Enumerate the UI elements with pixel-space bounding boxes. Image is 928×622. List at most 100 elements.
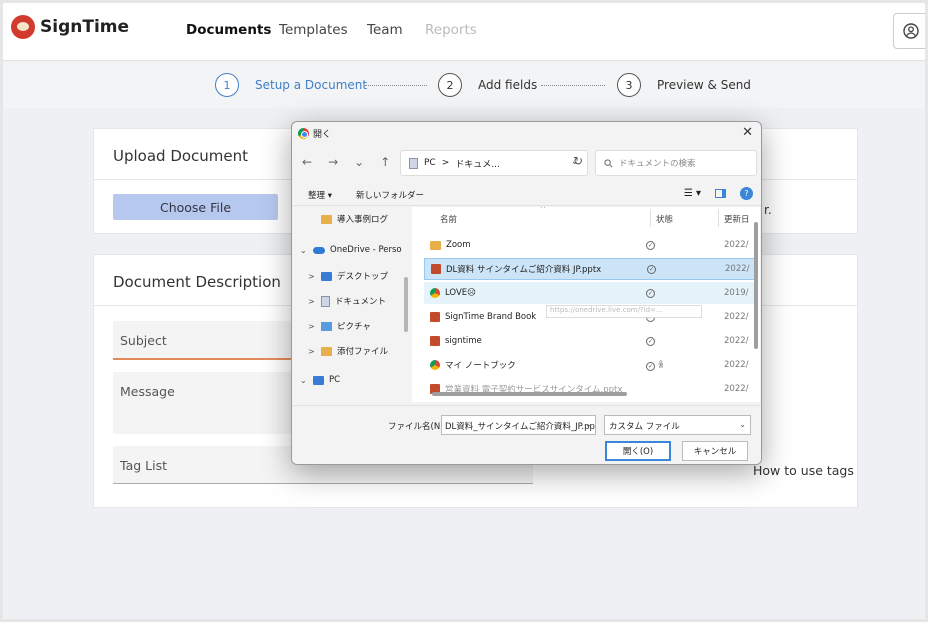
- file-list-hscrollbar[interactable]: [432, 392, 627, 396]
- breadcrumb-documents[interactable]: ドキュメ...: [455, 157, 500, 170]
- address-bar[interactable]: PC > ドキュメ... ⌄: [400, 150, 588, 176]
- view-options-icon[interactable]: ☰ ▾: [684, 188, 701, 199]
- nav-team[interactable]: Team: [367, 22, 403, 38]
- tree-label: PC: [329, 375, 341, 385]
- column-divider[interactable]: [718, 209, 719, 227]
- column-header-name[interactable]: 名前: [440, 213, 457, 225]
- forward-arrow-icon[interactable]: →: [328, 155, 338, 169]
- file-date: 2022/: [725, 264, 750, 274]
- nav-reports: Reports: [425, 22, 477, 38]
- chevron-down-icon[interactable]: ⌄: [585, 420, 592, 429]
- filename-label: ファイル名(N):: [388, 422, 447, 432]
- cancel-button[interactable]: キャンセル: [682, 441, 748, 461]
- chevron-right-icon[interactable]: >: [308, 272, 316, 281]
- path-tooltip: https://onedrive.live.com/?id=...: [546, 305, 702, 318]
- file-date: 2019/: [724, 288, 749, 298]
- synced-check-icon: ✓: [646, 241, 655, 250]
- pc-monitor-icon: [313, 375, 324, 385]
- tree-item-attachments[interactable]: > 添付ファイル: [308, 345, 388, 357]
- chevron-down-icon[interactable]: ⌄: [300, 246, 308, 255]
- new-folder-button[interactable]: 新しいフォルダー: [356, 189, 424, 201]
- tree-item-pc[interactable]: ⌄ PC: [300, 375, 340, 385]
- tree-label: 導入事例ログ: [337, 215, 389, 225]
- tree-item-onedrive[interactable]: ⌄ OneDrive - Perso: [300, 245, 402, 255]
- top-nav: SignTime Documents Templates Team Report…: [3, 3, 925, 61]
- filetype-select[interactable]: カスタム ファイル ⌄: [604, 415, 751, 435]
- how-to-use-tags-link[interactable]: How to use tags: [753, 463, 854, 478]
- file-date: 2022/: [724, 336, 749, 346]
- subject-placeholder: Subject: [120, 333, 167, 348]
- column-header-date[interactable]: 更新日: [724, 213, 750, 225]
- step-number: 2: [438, 73, 462, 97]
- chevron-right-icon[interactable]: >: [308, 347, 316, 356]
- column-header-status[interactable]: 状態: [656, 213, 673, 225]
- step-setup[interactable]: 1 Setup a Document: [215, 73, 367, 97]
- file-row[interactable]: マイ ノートブック ✓ ꆜ 2022/: [424, 354, 758, 376]
- step-preview-send[interactable]: 3 Preview & Send: [617, 73, 751, 97]
- file-row[interactable]: 営業資料 電子契約サービスサインタイム.pptx 2022/: [424, 378, 758, 400]
- tags-placeholder: Tag List: [120, 458, 167, 473]
- breadcrumb-pc[interactable]: PC: [424, 158, 436, 168]
- tree-label: デスクトップ: [337, 272, 389, 282]
- choose-file-button[interactable]: Choose File: [113, 194, 278, 220]
- recent-chevron-icon[interactable]: ⌄: [354, 155, 364, 169]
- tree-label: 添付ファイル: [337, 347, 389, 357]
- pptx-file-icon: [431, 264, 441, 274]
- dialog-footer: ファイル名(N): DL資料_サインタイムご紹介資料_JP.pptx ⌄ カスタ…: [292, 405, 761, 464]
- file-row[interactable]: signtime ✓ 2022/: [424, 330, 758, 352]
- nav-templates[interactable]: Templates: [279, 22, 348, 38]
- tree-item-case-studies[interactable]: 導入事例ログ: [308, 213, 388, 225]
- search-icon: [604, 158, 613, 167]
- file-date: 2022/: [724, 240, 749, 250]
- up-arrow-icon[interactable]: ↑: [380, 155, 390, 169]
- chevron-down-icon[interactable]: ⌄: [300, 376, 308, 385]
- column-divider[interactable]: [650, 209, 651, 227]
- description-title: Document Description: [113, 273, 281, 291]
- file-list-scrollbar[interactable]: [754, 222, 758, 349]
- organize-button[interactable]: 整理 ▾: [308, 189, 332, 201]
- file-row[interactable]: LOVE☹ ✓ 2019/: [424, 282, 758, 304]
- tree-item-documents[interactable]: > ドキュメント: [308, 295, 386, 307]
- nav-pane-scrollbar[interactable]: [404, 277, 408, 332]
- navigation-pane: 導入事例ログ ⌄ OneDrive - Perso > デスクトップ > ドキュ…: [292, 207, 404, 402]
- search-placeholder: ドキュメントの検索: [619, 159, 696, 169]
- picture-icon: [321, 321, 332, 331]
- refresh-icon[interactable]: ↻: [573, 154, 583, 168]
- tree-item-pictures[interactable]: > ピクチャ: [308, 320, 371, 332]
- chrome-icon: [298, 128, 309, 139]
- step-add-fields[interactable]: 2 Add fields: [438, 73, 537, 97]
- folder-icon: [321, 214, 332, 224]
- step-progress: 1 Setup a Document 2 Add fields 3 Previe…: [3, 62, 925, 108]
- help-icon[interactable]: ?: [740, 187, 753, 200]
- document-icon: [321, 295, 330, 307]
- open-button[interactable]: 開く(O): [605, 441, 671, 461]
- synced-check-icon: ✓: [646, 289, 655, 298]
- close-icon[interactable]: ✕: [742, 125, 753, 140]
- tree-item-desktop[interactable]: > デスクトップ: [308, 270, 388, 282]
- app-frame: SignTime Documents Templates Team Report…: [3, 3, 925, 619]
- file-name: signtime: [445, 336, 482, 346]
- nav-documents[interactable]: Documents: [186, 22, 271, 38]
- preview-pane-icon[interactable]: [715, 189, 726, 198]
- step-label: Setup a Document: [255, 78, 368, 92]
- tree-label: ピクチャ: [337, 322, 371, 332]
- user-menu-button[interactable]: [893, 13, 925, 49]
- brand-logo[interactable]: SignTime: [11, 15, 129, 39]
- file-name: LOVE☹: [445, 288, 477, 298]
- chevron-right-icon[interactable]: >: [308, 297, 316, 306]
- dialog-titlebar: 開く: [298, 127, 331, 140]
- step-connector: [365, 85, 427, 86]
- file-row-selected[interactable]: DL資料 サインタイムご紹介資料 JP.pptx ✓ 2022/: [424, 258, 758, 280]
- folder-icon: [430, 240, 441, 250]
- chevron-down-icon[interactable]: ⌄: [739, 420, 746, 429]
- breadcrumb-separator: >: [441, 158, 450, 168]
- desktop-icon: [321, 271, 332, 281]
- search-input[interactable]: ドキュメントの検索: [595, 150, 757, 176]
- filename-input[interactable]: DL資料_サインタイムご紹介資料_JP.pptx ⌄: [441, 415, 596, 435]
- synced-check-icon: ✓: [647, 265, 656, 274]
- synced-check-icon: ✓: [646, 337, 655, 346]
- chevron-right-icon[interactable]: >: [308, 322, 316, 331]
- file-row[interactable]: Zoom ✓ 2022/: [424, 234, 758, 256]
- back-arrow-icon[interactable]: ←: [302, 155, 312, 169]
- step-number: 3: [617, 73, 641, 97]
